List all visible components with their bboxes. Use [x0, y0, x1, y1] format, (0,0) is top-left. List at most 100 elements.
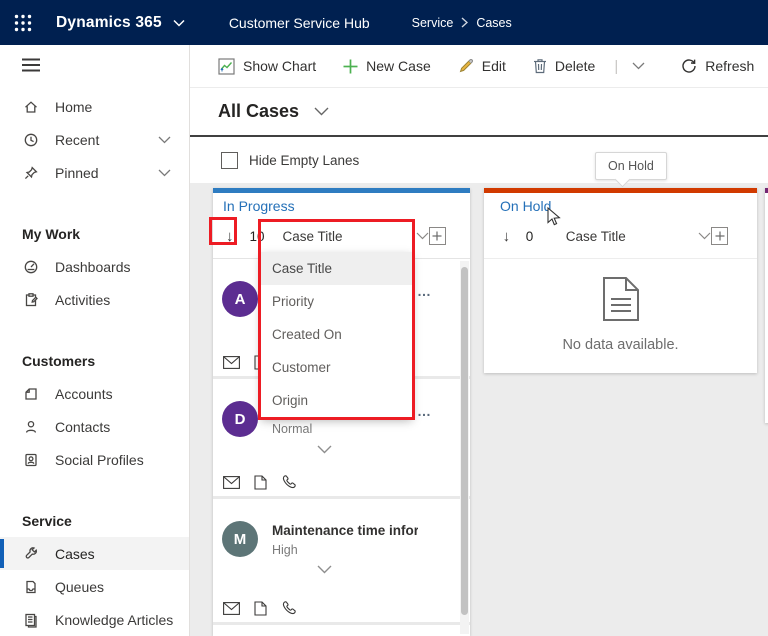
- lane-header: In Progress ↓ 10 Case Title: [213, 193, 470, 259]
- sidebar-header-service: Service: [22, 512, 72, 529]
- command-divider: |: [614, 57, 619, 75]
- sidebar-item-activities[interactable]: Activities: [0, 283, 189, 316]
- hamburger-menu-icon[interactable]: [22, 58, 189, 72]
- add-card-button[interactable]: [711, 227, 728, 245]
- case-card[interactable]: [213, 625, 470, 636]
- lane-title[interactable]: In Progress: [221, 198, 295, 214]
- pin-icon: [22, 165, 39, 181]
- page-icon[interactable]: [254, 600, 267, 616]
- lane-scrollbar[interactable]: [460, 261, 469, 634]
- trash-icon: [533, 58, 547, 74]
- card-expand-chevron-icon[interactable]: [317, 565, 332, 574]
- lane-header: On Hold ↓ 0 Case Title: [484, 193, 757, 259]
- breadcrumb: Service Cases: [412, 16, 512, 30]
- sidebar-header-my-work: My Work: [22, 225, 81, 242]
- chevron-down-icon: [416, 232, 429, 240]
- sidebar-item-social-profiles[interactable]: Social Profiles: [0, 443, 189, 476]
- avatar: M: [222, 521, 258, 557]
- brand-title[interactable]: Dynamics 365: [56, 14, 162, 32]
- chevron-down-icon: [698, 232, 711, 240]
- case-card[interactable]: M Maintenance time infor... High: [213, 499, 470, 622]
- add-card-button[interactable]: [428, 227, 447, 245]
- kanban-board: In Progress ↓ 10 Case Title A … D Normal…: [190, 152, 768, 636]
- plus-icon: [343, 59, 358, 74]
- lane-count: 10: [249, 228, 265, 244]
- card-priority: High: [272, 543, 298, 557]
- view-selector[interactable]: All Cases: [218, 101, 329, 122]
- sort-descending-icon[interactable]: ↓: [500, 228, 513, 245]
- app-name[interactable]: Customer Service Hub: [229, 15, 370, 31]
- wrench-icon: [22, 546, 39, 562]
- card-more-options-button[interactable]: …: [417, 283, 432, 299]
- sidebar-header-customers: Customers: [22, 352, 96, 369]
- sidebar-item-pinned[interactable]: Pinned: [0, 156, 189, 189]
- card-title: Maintenance time infor...: [272, 523, 418, 538]
- hide-empty-lanes-checkbox[interactable]: [221, 151, 238, 169]
- lane-on-hold: On Hold ↓ 0 Case Title No data available…: [484, 188, 757, 373]
- main-content: Show Chart New Case Edit Delete | Refres…: [190, 45, 768, 636]
- sidebar-item-accounts[interactable]: Accounts: [0, 377, 189, 410]
- on-hold-tooltip: On Hold: [595, 152, 667, 180]
- empty-lane-state: No data available.: [484, 276, 757, 353]
- sidebar-item-recent[interactable]: Recent: [0, 123, 189, 156]
- more-commands-button[interactable]: [632, 62, 645, 70]
- new-case-button[interactable]: New Case: [343, 58, 431, 74]
- top-navigation-bar: Dynamics 365 Customer Service Hub Servic…: [0, 0, 768, 45]
- lane-count: 0: [525, 228, 534, 244]
- queue-icon: [22, 579, 39, 595]
- phone-icon[interactable]: [281, 474, 297, 490]
- page-icon[interactable]: [254, 474, 267, 490]
- brand-chevron-down-icon[interactable]: [173, 19, 185, 27]
- chevron-down-icon[interactable]: [158, 169, 171, 177]
- chevron-down-icon[interactable]: [158, 136, 171, 144]
- phone-icon[interactable]: [281, 600, 297, 616]
- filter-row: Hide Empty Lanes: [190, 137, 768, 183]
- avatar: D: [222, 401, 258, 437]
- edit-button[interactable]: Edit: [458, 58, 506, 74]
- refresh-button[interactable]: Refresh: [681, 58, 754, 74]
- chart-icon: [218, 57, 235, 75]
- gauge-icon: [22, 259, 39, 275]
- breadcrumb-chevron-icon: [461, 17, 469, 28]
- delete-button[interactable]: Delete: [533, 58, 595, 74]
- sidebar-item-queues[interactable]: Queues: [0, 570, 189, 603]
- scrollbar-thumb[interactable]: [461, 267, 468, 615]
- sidebar-item-contacts[interactable]: Contacts: [0, 410, 189, 443]
- sort-descending-icon[interactable]: ↓: [223, 228, 236, 245]
- email-icon[interactable]: [223, 475, 240, 489]
- dropdown-option-customer[interactable]: Customer: [261, 351, 412, 384]
- empty-lane-text: No data available.: [562, 337, 679, 353]
- dropdown-option-case-title[interactable]: Case Title: [261, 252, 412, 285]
- show-chart-button[interactable]: Show Chart: [218, 57, 316, 75]
- sidebar-item-dashboards[interactable]: Dashboards: [0, 250, 189, 283]
- chevron-down-icon: [632, 62, 645, 70]
- badge-person-icon: [22, 452, 39, 468]
- breadcrumb-parent[interactable]: Service: [412, 16, 454, 30]
- sidebar-item-home[interactable]: Home: [0, 90, 189, 123]
- card-priority: Normal: [272, 422, 313, 436]
- card-expand-chevron-icon[interactable]: [317, 445, 332, 454]
- waffle-icon[interactable]: [14, 14, 32, 32]
- site-map-sidebar: Home Recent Pinned My Work Dashboards Ac…: [0, 45, 190, 636]
- dropdown-option-created-on[interactable]: Created On: [261, 318, 412, 351]
- lane-title[interactable]: On Hold: [498, 198, 551, 214]
- clock-icon: [22, 132, 39, 148]
- refresh-icon: [681, 58, 697, 74]
- dropdown-option-priority[interactable]: Priority: [261, 285, 412, 318]
- email-icon[interactable]: [223, 356, 240, 369]
- sidebar-item-cases[interactable]: Cases: [0, 537, 189, 570]
- dropdown-option-origin[interactable]: Origin: [261, 384, 412, 417]
- command-bar: Show Chart New Case Edit Delete | Refres…: [190, 45, 768, 88]
- article-icon: [22, 612, 39, 628]
- breadcrumb-current[interactable]: Cases: [476, 16, 511, 30]
- email-icon[interactable]: [223, 601, 240, 615]
- clipboard-icon: [22, 292, 39, 308]
- home-icon: [22, 99, 39, 115]
- chevron-down-icon: [314, 107, 329, 116]
- sort-field-dropdown: Case Title Priority Created On Customer …: [261, 252, 412, 417]
- sidebar-item-knowledge-articles[interactable]: Knowledge Articles: [0, 603, 189, 636]
- card-more-options-button[interactable]: …: [417, 403, 432, 419]
- view-title: All Cases: [218, 101, 300, 121]
- sort-field-select[interactable]: Case Title: [566, 229, 712, 244]
- sort-field-select[interactable]: Case Title: [282, 229, 429, 244]
